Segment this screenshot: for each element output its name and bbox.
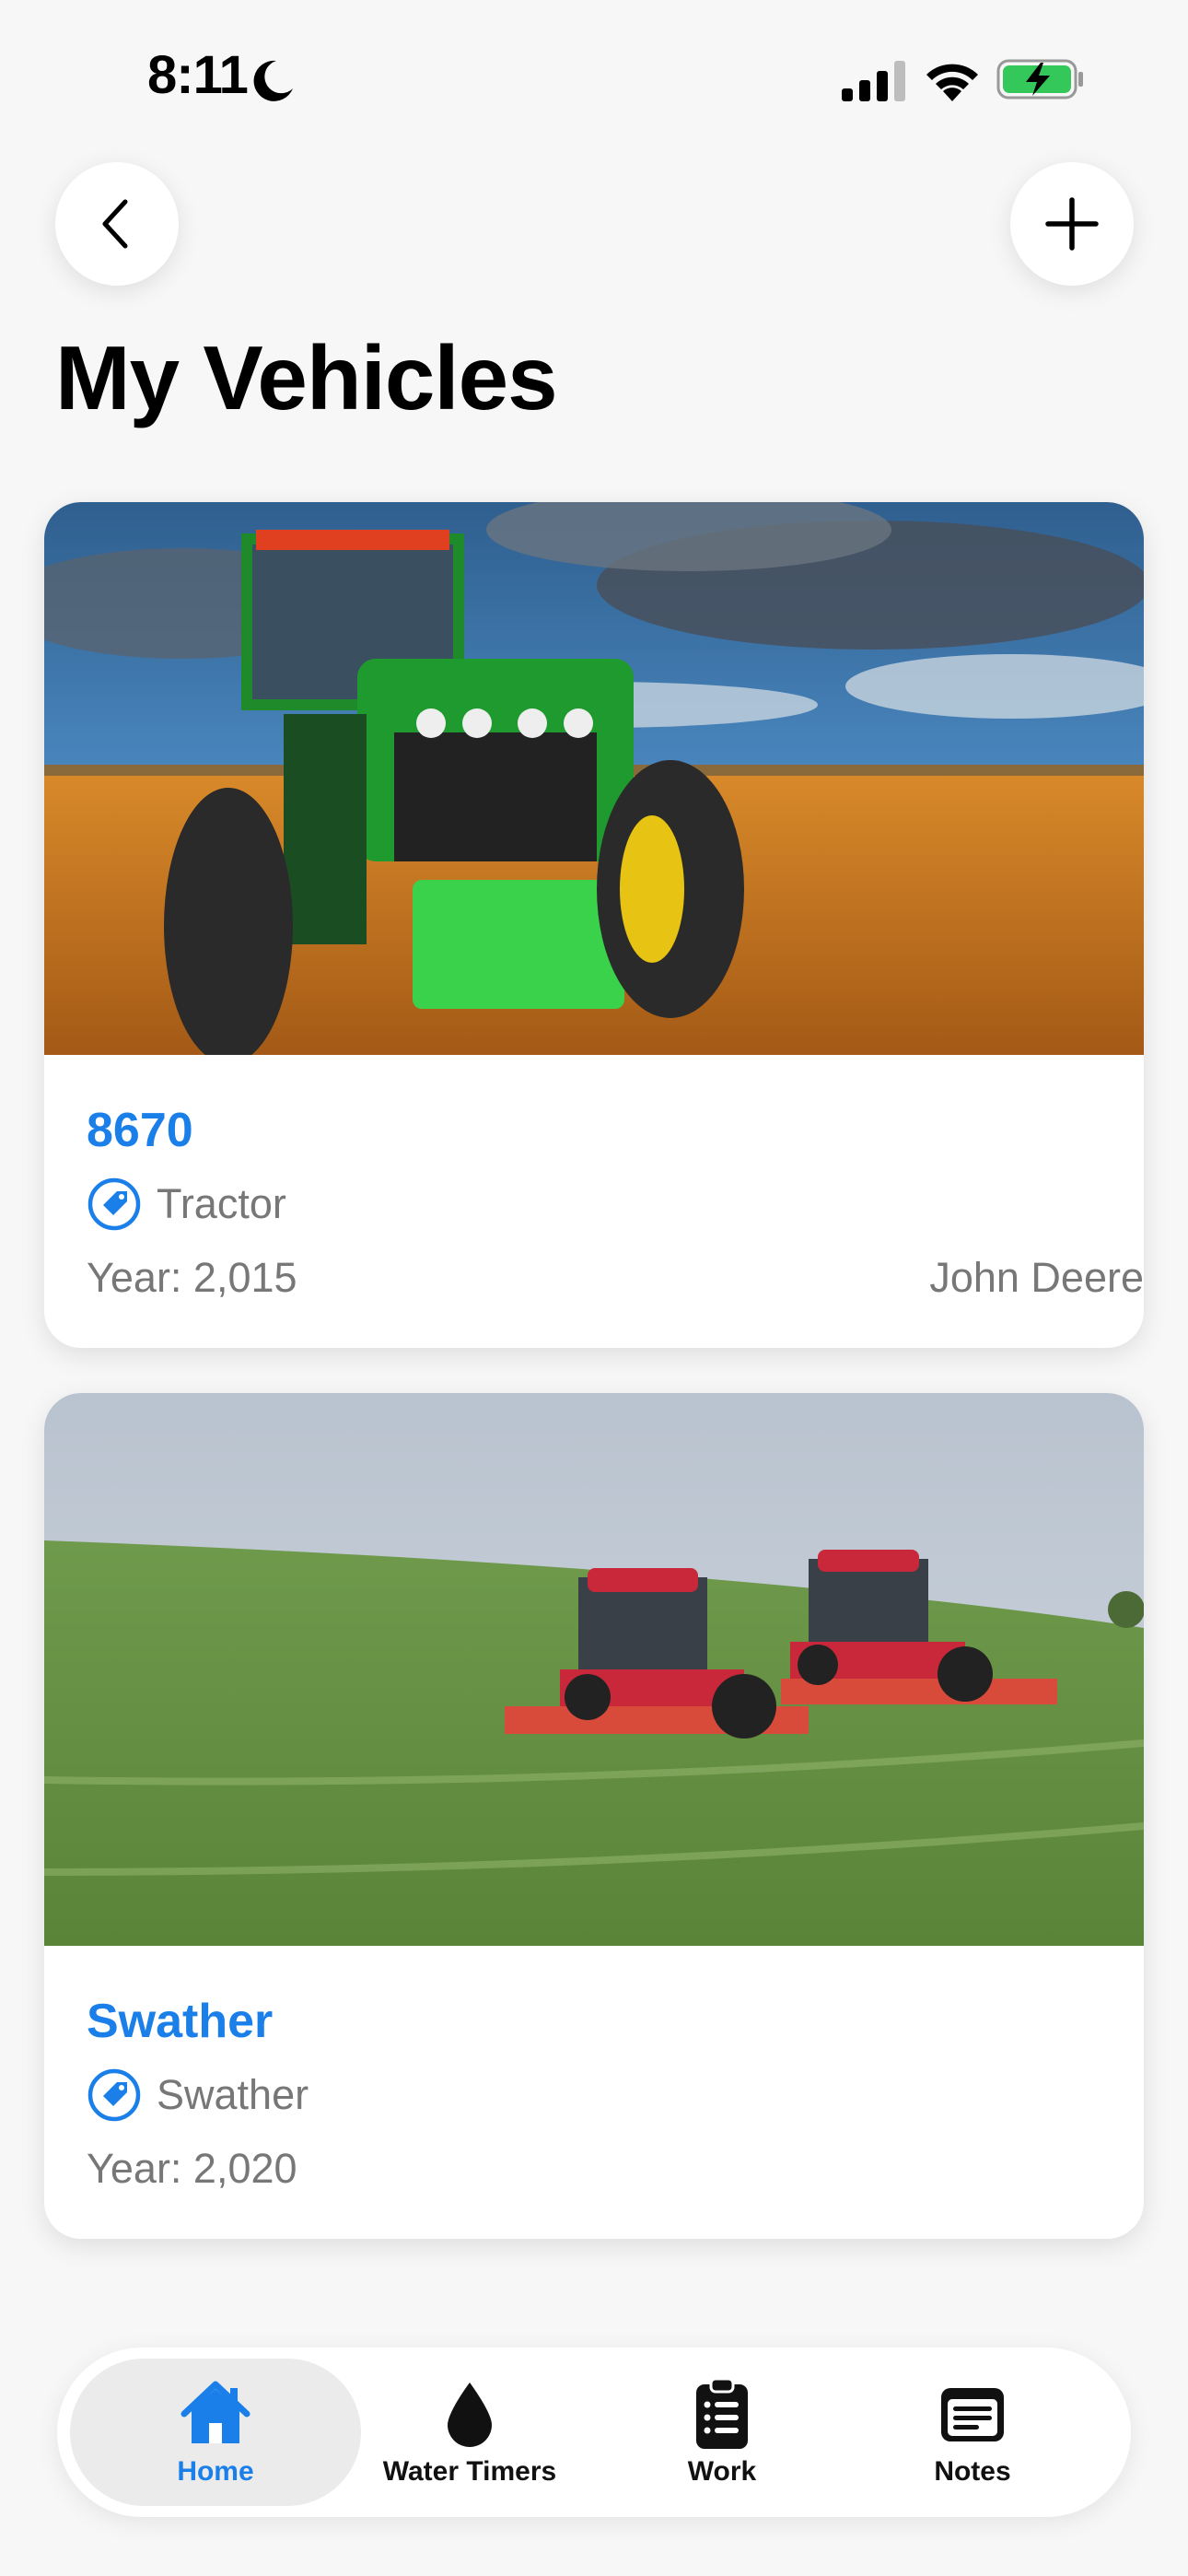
clipboard-list-icon — [696, 2377, 748, 2449]
tag-icon — [87, 2068, 141, 2122]
battery-charging-icon — [996, 59, 1083, 100]
vehicle-photo — [44, 502, 1144, 1055]
tag-icon — [87, 1177, 141, 1231]
house-icon — [181, 2381, 250, 2443]
tab-water-timers[interactable]: Water Timers — [324, 2359, 615, 2506]
water-drop-icon — [448, 2383, 492, 2447]
card-body: Swather Swather Year: 2,020 — [44, 1946, 1144, 2239]
screen: 8:11 My Vehicles 8670 Tractor Year: 2,01… — [0, 0, 1188, 2576]
tab-label: Work — [687, 2456, 757, 2487]
tab-home[interactable]: Home — [70, 2359, 361, 2506]
notes-icon — [941, 2388, 1004, 2441]
chevron-left-icon — [102, 199, 128, 249]
vehicle-type: Tractor — [157, 1180, 286, 1227]
vehicle-type-row: Swather — [87, 2067, 309, 2123]
vehicle-photo — [44, 1393, 1144, 1946]
status-bar: 8:11 — [0, 0, 1188, 138]
vehicle-type: Swather — [157, 2071, 309, 2118]
tab-label: Water Timers — [382, 2456, 557, 2487]
cellular-signal-icon — [842, 61, 905, 101]
tab-label: Home — [177, 2456, 254, 2487]
plus-icon — [1045, 197, 1099, 251]
wifi-icon — [926, 64, 978, 101]
card-body: 8670 Tractor Year: 2,015 John Deere — [44, 1055, 1144, 1348]
back-button[interactable] — [55, 162, 179, 286]
tab-label: Notes — [934, 2456, 1011, 2487]
vehicle-card[interactable]: Swather Swather Year: 2,020 — [44, 1393, 1144, 2239]
moon-icon — [253, 60, 293, 101]
status-time: 8:11 — [147, 45, 249, 105]
vehicle-type-row: Tractor — [87, 1177, 286, 1232]
vehicle-name: Swather — [87, 1995, 274, 2048]
add-vehicle-button[interactable] — [1010, 162, 1134, 286]
tab-work[interactable]: Work — [577, 2359, 868, 2506]
vehicle-year: Year: 2,015 — [87, 1254, 297, 1301]
tab-notes[interactable]: Notes — [827, 2359, 1118, 2506]
vehicle-year: Year: 2,020 — [87, 2145, 297, 2192]
tab-bar: Home Water Timers Work Notes — [57, 2348, 1131, 2517]
page-title: My Vehicles — [55, 327, 558, 428]
vehicle-card[interactable]: 8670 Tractor Year: 2,015 John Deere — [44, 502, 1144, 1348]
vehicle-make: John Deere — [929, 1254, 1144, 1301]
vehicle-name: 8670 — [87, 1104, 193, 1157]
